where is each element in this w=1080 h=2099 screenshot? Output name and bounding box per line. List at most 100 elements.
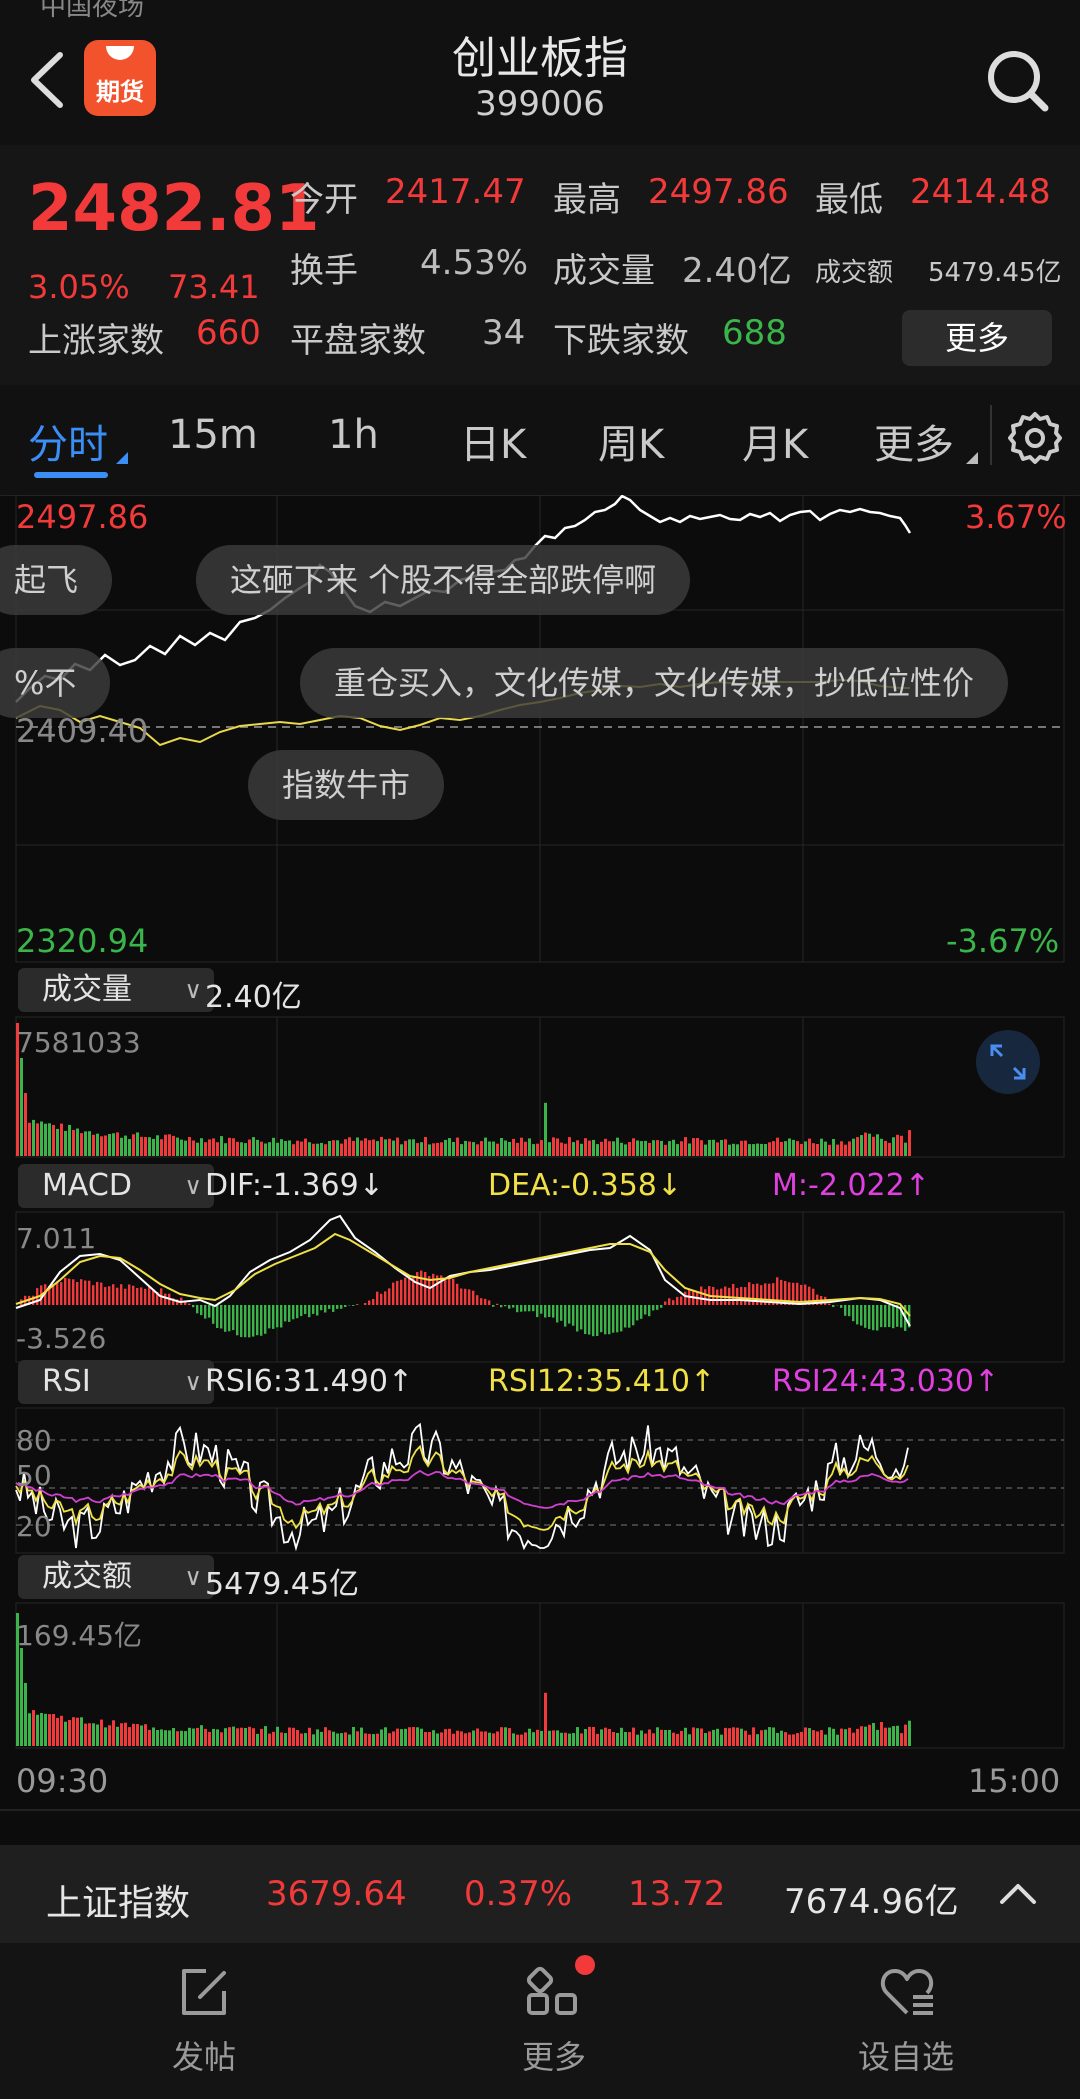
bar <box>372 1139 375 1156</box>
macd-bar <box>388 1288 391 1305</box>
bar <box>424 1137 427 1156</box>
search-icon[interactable] <box>985 48 1051 114</box>
change-percent: 3.05% <box>28 268 130 306</box>
more-quote-button[interactable]: 更多 <box>902 310 1052 366</box>
back-icon[interactable] <box>22 45 72 115</box>
bar <box>44 1123 47 1156</box>
tab-intraday[interactable]: 分时 <box>28 412 108 470</box>
macd-bar <box>212 1305 215 1324</box>
bar <box>628 1142 631 1156</box>
bar <box>816 1144 819 1156</box>
tab-15m[interactable]: 15m <box>168 412 258 458</box>
post-icon[interactable] <box>176 1965 232 2021</box>
bar <box>632 1138 635 1156</box>
comment-bubble[interactable]: 这砸下来 个股不得全部跌停啊 <box>196 545 691 615</box>
bar <box>488 1732 491 1746</box>
grid-more-icon[interactable] <box>525 1965 585 2021</box>
macd-bar <box>448 1278 451 1305</box>
bar <box>216 1142 219 1156</box>
nav-watchlist-label[interactable]: 设自选 <box>826 2032 986 2078</box>
bar <box>120 1137 123 1156</box>
bar <box>760 1143 763 1156</box>
rsi-indicator-select[interactable]: RSI ∨ <box>18 1360 214 1404</box>
bar <box>772 1727 775 1746</box>
futures-app-logo[interactable]: 期货 <box>84 40 156 116</box>
amount-select-label: 成交额 <box>42 1559 132 1594</box>
bar <box>376 1733 379 1746</box>
tab-more[interactable]: 更多 <box>874 412 954 470</box>
bar <box>520 1734 523 1746</box>
bar <box>492 1733 495 1746</box>
macd-bar <box>532 1305 535 1312</box>
heart-list-icon[interactable] <box>877 1965 937 2021</box>
volume-bars <box>16 1023 911 1156</box>
chevron-up-icon[interactable] <box>998 1878 1038 1908</box>
amount-indicator-select[interactable]: 成交额 ∨ <box>18 1555 214 1599</box>
turnover-label: 换手 <box>290 251 358 291</box>
macd-bar <box>864 1305 867 1328</box>
bar <box>636 1140 639 1156</box>
macd-bar <box>644 1305 647 1315</box>
comment-bubble[interactable]: 起飞 <box>0 545 113 615</box>
macd-bar <box>868 1305 871 1330</box>
bar <box>216 1729 219 1746</box>
bar <box>180 1139 183 1156</box>
bar <box>540 1140 543 1156</box>
volume-label: 成交量 <box>553 251 655 291</box>
macd-bar <box>668 1298 671 1305</box>
bar <box>852 1138 855 1156</box>
bar <box>184 1140 187 1156</box>
bar <box>500 1138 503 1156</box>
bar <box>128 1139 131 1156</box>
macd-bar <box>384 1291 387 1305</box>
macd-indicator-select[interactable]: MACD ∨ <box>18 1164 214 1208</box>
tab-week[interactable]: 周K <box>598 412 664 470</box>
tab-1h[interactable]: 1h <box>328 412 379 458</box>
macd-bar <box>192 1305 195 1308</box>
macd-bar <box>488 1300 491 1305</box>
volume-indicator-select[interactable]: 成交量 ∨ <box>18 968 214 1012</box>
gear-icon[interactable] <box>1005 408 1065 468</box>
bar <box>592 1727 595 1746</box>
bar <box>328 1141 331 1156</box>
macd-bar <box>572 1305 575 1326</box>
volume-value: 2.40亿 <box>682 251 792 291</box>
nav-post-label[interactable]: 发帖 <box>124 2032 284 2078</box>
bar <box>24 1683 27 1746</box>
bar <box>436 1733 439 1746</box>
open-label: 今开 <box>290 180 358 220</box>
macd-select-label: MACD <box>42 1168 132 1203</box>
macd-bar <box>252 1305 255 1337</box>
macd-bar <box>248 1305 251 1338</box>
macd-bar <box>684 1291 687 1305</box>
macd-bar <box>828 1303 831 1305</box>
bar <box>572 1733 575 1746</box>
bar <box>864 1726 867 1746</box>
bar <box>416 1727 419 1746</box>
nav-more-label[interactable]: 更多 <box>474 2032 634 2078</box>
bar <box>412 1727 415 1746</box>
comment-bubble[interactable]: 指数牛市 <box>248 750 445 820</box>
tab-day[interactable]: 日K <box>460 412 526 470</box>
bar <box>112 1720 115 1746</box>
bar <box>252 1728 255 1746</box>
tab-month[interactable]: 月K <box>742 412 808 470</box>
macd-bar <box>284 1305 287 1322</box>
macd-bar <box>520 1305 523 1312</box>
bar <box>348 1734 351 1746</box>
bar <box>872 1136 875 1156</box>
bar <box>200 1725 203 1746</box>
macd-bar <box>632 1305 635 1326</box>
bar <box>248 1139 251 1156</box>
bar <box>252 1137 255 1156</box>
macd-bar <box>464 1288 467 1305</box>
bar <box>264 1726 267 1746</box>
macd-dea: DEA:-0.358↓ <box>488 1168 683 1203</box>
macd-bar <box>256 1305 259 1336</box>
comment-bubble[interactable]: %不 <box>0 648 111 718</box>
bar <box>236 1141 239 1156</box>
comment-bubble[interactable]: 重仓买入，文化传媒，文化传媒，抄低位性价 <box>300 648 1009 718</box>
macd-bar <box>504 1305 507 1307</box>
bar <box>532 1144 535 1156</box>
bar <box>692 1727 695 1746</box>
